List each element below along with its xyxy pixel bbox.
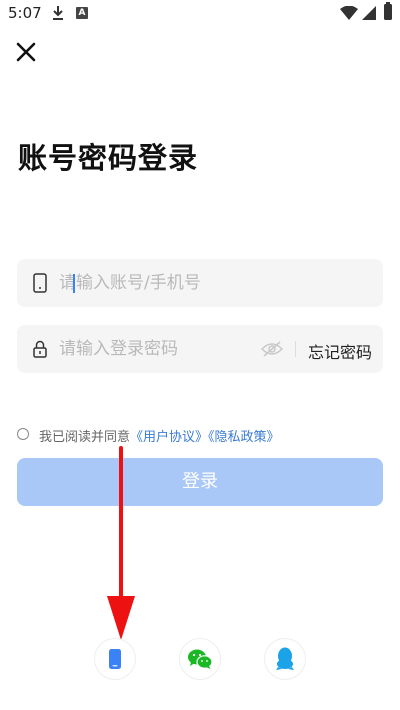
login-button[interactable]: 登录 — [17, 458, 383, 506]
battery-icon — [384, 2, 392, 20]
wechat-icon — [188, 649, 213, 669]
password-input[interactable] — [57, 325, 259, 373]
wifi-icon — [340, 6, 358, 20]
signal-icon — [362, 6, 376, 20]
status-bar: 5:07 A — [0, 0, 400, 28]
account-input[interactable] — [57, 259, 259, 307]
red-arrow-annotation — [107, 446, 135, 640]
page-title: 账号密码登录 — [18, 141, 199, 175]
agreement-radio[interactable] — [17, 428, 29, 440]
password-field-container[interactable]: 忘记密码 — [17, 325, 383, 373]
account-field-container[interactable] — [17, 259, 383, 307]
agreement-text: 我已阅读并同意《用户协议》《隐私政策》 — [39, 426, 280, 445]
agreement-prefix: 我已阅读并同意 — [39, 430, 131, 445]
close-icon[interactable] — [14, 40, 38, 64]
eye-hidden-icon[interactable] — [261, 340, 283, 358]
phone-outline-icon — [33, 273, 47, 293]
qq-icon — [276, 647, 294, 670]
user-agreement-link[interactable]: 《用户协议》 — [130, 430, 208, 445]
forgot-password-link[interactable]: 忘记密码 — [308, 339, 372, 363]
download-icon — [53, 6, 63, 20]
qq-login-button[interactable] — [264, 638, 306, 680]
notification-a-icon: A — [76, 7, 88, 19]
wechat-login-button[interactable] — [179, 638, 221, 680]
lock-icon — [33, 340, 47, 358]
text-cursor — [73, 274, 75, 293]
field-divider — [295, 341, 296, 357]
privacy-policy-link[interactable]: 《隐私政策》 — [208, 430, 280, 445]
status-time: 5:07 — [8, 4, 42, 22]
phone-login-button[interactable] — [94, 638, 136, 680]
phone-icon — [109, 649, 121, 669]
